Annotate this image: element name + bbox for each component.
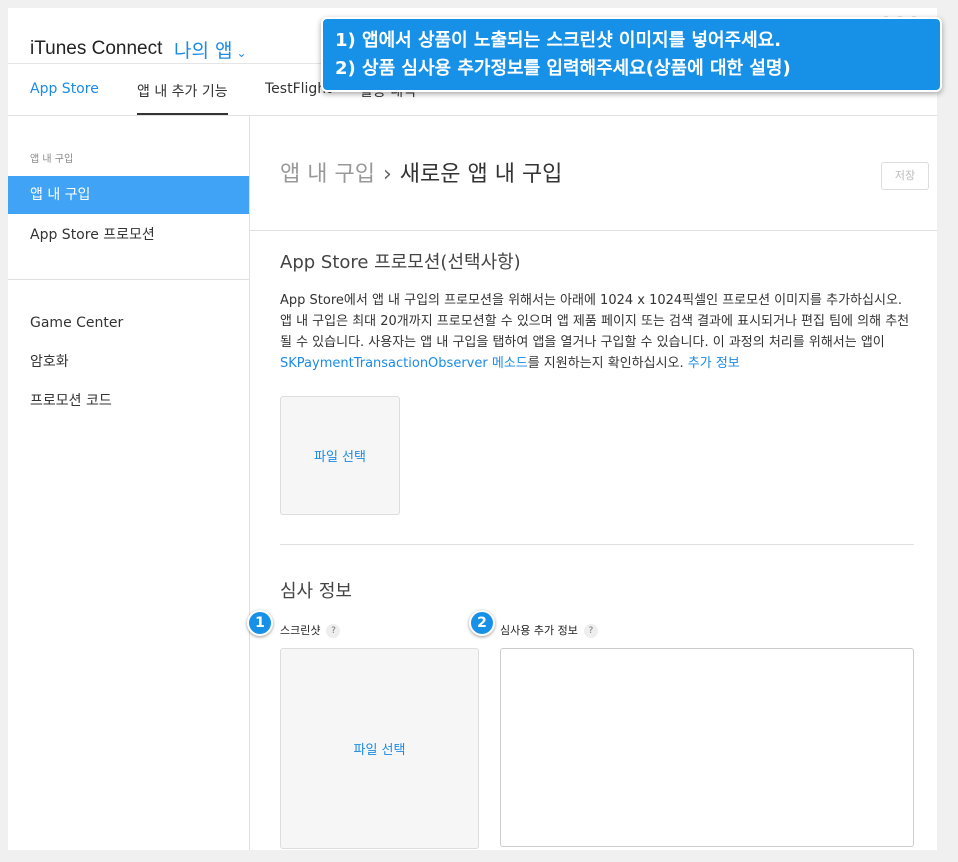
promotion-description: App Store에서 앱 내 구입의 프로모션을 위해서는 아래에 1024 … [280,290,916,374]
file-select-label: 파일 선택 [314,450,366,465]
breadcrumb-parent[interactable]: 앱 내 구입 [280,162,375,187]
annotation-line-1: 1) 앱에서 상품이 노출되는 스크린샷 이미지를 넣어주세요. [335,30,782,51]
file-select-label: 파일 선택 [353,743,406,758]
save-button[interactable]: 저장 [881,162,929,190]
sidebar-item-in-app-purchases[interactable]: 앱 내 구입 [8,176,249,214]
tab-app-store[interactable]: App Store [30,81,99,97]
help-icon[interactable]: ? [583,624,598,638]
divider [250,230,937,231]
screenshot-label-text: 스크린샷 [280,624,321,637]
annotation-line-2: 2) 상품 심사용 추가정보를 입력해주세요(상품에 대한 설명) [335,58,791,79]
annotation-badge-1: 1 [247,610,273,636]
annotation-badge-2: 2 [469,610,495,636]
app-window: iTunes Connect 나의 앱 ⌄ App Store 앱 내 추가 기능… [8,8,937,850]
sidebar-item-game-center[interactable]: Game Center [8,304,249,342]
more-info-link[interactable]: 추가 정보 [688,356,740,371]
my-apps-label: 나의 앱 [174,40,233,62]
promotion-image-upload[interactable]: 파일 선택 [280,396,400,515]
chevron-down-icon: ⌄ [236,46,247,60]
sidebar-section-header: 앱 내 구입 [30,154,74,165]
review-section-title: 심사 정보 [280,581,352,602]
screenshot-label: 스크린샷? [280,622,341,638]
sidebar-divider [8,279,249,280]
sk-observer-link[interactable]: SKPaymentTransactionObserver 메소드 [280,356,528,371]
breadcrumb-separator: › [382,162,392,187]
page-title: 새로운 앱 내 구입 [399,162,563,187]
promotion-section-title: App Store 프로모션(선택사항) [280,252,521,273]
tab-in-app-purchases[interactable]: 앱 내 추가 기능 [137,81,228,115]
sidebar: 앱 내 구입 앱 내 구입 App Store 프로모션 Game Center… [8,116,250,850]
brand-title: iTunes Connect [30,38,163,59]
review-notes-label: 심사용 추가 정보? [500,622,598,638]
sidebar-item-encryption[interactable]: 암호화 [8,343,249,381]
review-notes-textarea[interactable] [500,648,914,847]
sidebar-item-app-store-promotion[interactable]: App Store 프로모션 [8,216,249,254]
sidebar-item-promo-codes[interactable]: 프로모션 코드 [8,382,249,420]
review-notes-label-text: 심사용 추가 정보 [500,624,578,637]
annotation-callout: 1) 앱에서 상품이 노출되는 스크린샷 이미지를 넣어주세요. 2) 상품 심… [321,17,942,92]
my-apps-selector[interactable]: 나의 앱 ⌄ [174,36,247,63]
screenshot-upload[interactable]: 파일 선택 [280,648,479,849]
help-icon[interactable]: ? [326,624,341,638]
divider [280,544,914,545]
breadcrumb: 앱 내 구입 › 새로운 앱 내 구입 [280,156,562,188]
main-content: 앱 내 구입 › 새로운 앱 내 구입 저장 App Store 프로모션(선택사항… [250,116,937,850]
promotion-description-text: App Store에서 앱 내 구입의 프로모션을 위해서는 아래에 1024 … [280,293,910,350]
promotion-description-text-2: 를 지원하는지 확인하십시오. [527,356,688,371]
